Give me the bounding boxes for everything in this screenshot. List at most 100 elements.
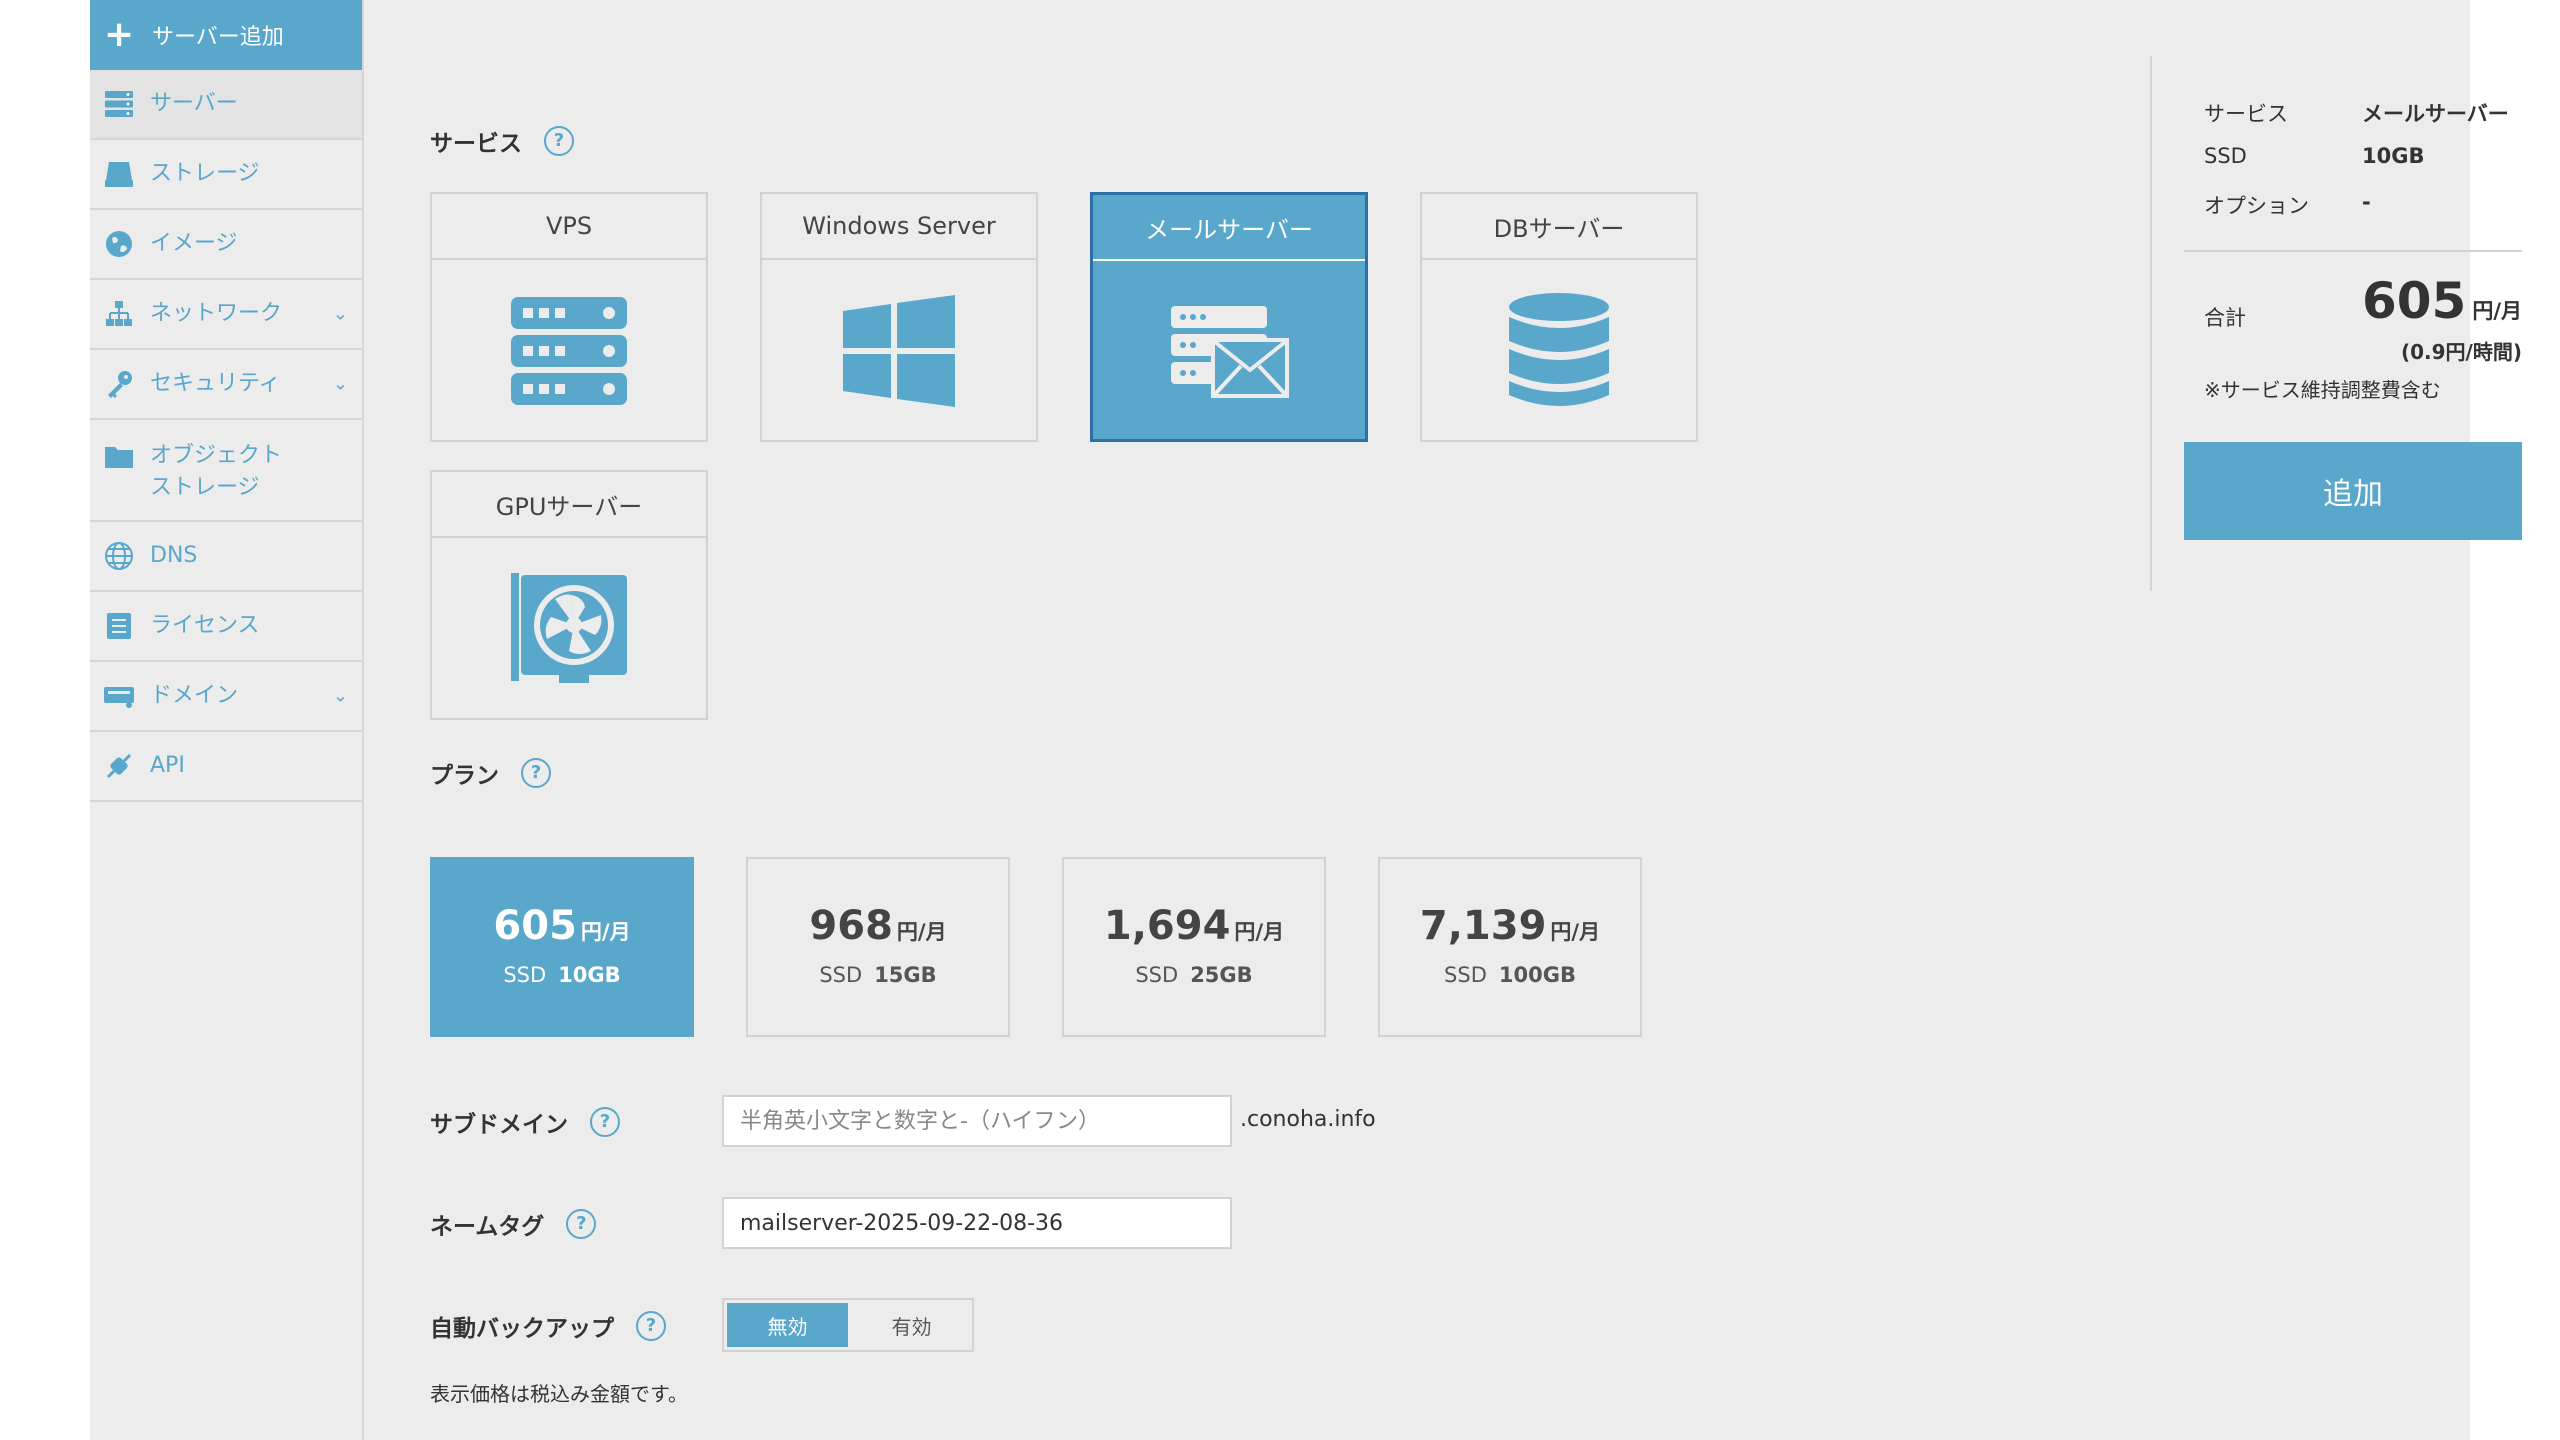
sidebar-item-label: オブジェクト xyxy=(150,443,283,468)
help-icon[interactable]: ? xyxy=(566,1209,597,1239)
sidebar-item-network[interactable]: ネットワーク ⌄ xyxy=(90,280,362,350)
summary-service-label: サービス xyxy=(2204,102,2288,126)
summary-hourly: (0.9円/時間) xyxy=(2400,340,2522,364)
service-label-text: サービス xyxy=(430,131,522,157)
summary-ssd-value: 10GB xyxy=(2362,144,2425,168)
plan-ssd-label: SSD xyxy=(1135,963,1179,987)
plan-card-968[interactable]: 968 円/月 SSD 15GB xyxy=(746,857,1010,1037)
subdomain-input[interactable] xyxy=(722,1095,1232,1147)
plan-ssd-label: SSD xyxy=(819,963,863,987)
help-icon[interactable]: ? xyxy=(636,1311,666,1341)
subdomain-label-text: サブドメイン xyxy=(430,1112,568,1138)
storage-icon xyxy=(102,158,136,190)
service-card-vps[interactable]: VPS xyxy=(430,192,708,442)
sidebar: + サーバー追加 サーバー ストレージ イメージ ネットワーク ⌄ セキュリティ… xyxy=(90,0,364,1440)
sidebar-item-label: イメージ xyxy=(150,231,238,256)
plan-ssd-size: 15GB xyxy=(874,963,937,987)
sidebar-item-server[interactable]: サーバー xyxy=(90,70,362,140)
plan-unit: 円/月 xyxy=(896,920,947,944)
summary-total-label: 合計 xyxy=(2204,306,2246,330)
plan-ssd-size: 25GB xyxy=(1190,963,1253,987)
plan-ssd-size: 100GB xyxy=(1498,963,1576,987)
service-card-title: GPUサーバー xyxy=(432,472,706,538)
plan-ssd-label: SSD xyxy=(1444,963,1487,987)
plan-price: 605 xyxy=(493,903,577,949)
subdomain-suffix: .conoha.info xyxy=(1240,1107,1376,1132)
gpu-icon xyxy=(432,538,706,720)
plan-price: 968 xyxy=(809,903,893,949)
sidebar-item-label: サーバー xyxy=(150,91,238,116)
add-server-label: サーバー追加 xyxy=(152,25,284,50)
service-card-mail-server[interactable]: メールサーバー xyxy=(1090,192,1368,442)
help-icon[interactable]: ? xyxy=(590,1107,620,1137)
plan-price: 1,694 xyxy=(1103,903,1231,949)
service-section-label: サービス ? xyxy=(430,124,574,158)
service-card-windows-server[interactable]: Windows Server xyxy=(760,192,1038,442)
plan-unit: 円/月 xyxy=(1550,920,1601,944)
summary-total: 605 円/月 xyxy=(2362,272,2522,330)
help-icon[interactable]: ? xyxy=(521,758,551,788)
auto-backup-label-text: 自動バックアップ xyxy=(430,1316,614,1342)
api-icon xyxy=(102,750,136,782)
vps-server-icon xyxy=(432,260,706,442)
summary-service-value: メールサーバー xyxy=(2362,102,2509,126)
sidebar-item-license[interactable]: ライセンス xyxy=(90,592,362,662)
image-icon xyxy=(102,228,136,260)
plan-unit: 円/月 xyxy=(1234,920,1285,944)
subdomain-label: サブドメイン ? xyxy=(430,1105,620,1139)
server-icon xyxy=(102,88,136,120)
network-icon xyxy=(102,298,136,330)
auto-backup-label: 自動バックアップ ? xyxy=(430,1309,666,1343)
folder-icon xyxy=(102,440,136,472)
add-server-button[interactable]: + サーバー追加 xyxy=(90,0,362,70)
service-card-gpu-server[interactable]: GPUサーバー xyxy=(430,470,708,720)
sidebar-item-object-storage[interactable]: オブジェクト ストレージ xyxy=(90,420,362,522)
sidebar-item-label: ネットワーク xyxy=(150,301,283,326)
plan-card-605[interactable]: 605 円/月 SSD 10GB xyxy=(430,857,694,1037)
sidebar-item-storage[interactable]: ストレージ xyxy=(90,140,362,210)
chevron-down-icon[interactable]: ⌄ xyxy=(333,304,348,325)
sidebar-item-domain[interactable]: ドメイン ⌄ xyxy=(90,662,362,732)
help-icon[interactable]: ? xyxy=(544,126,574,156)
chevron-down-icon[interactable]: ⌄ xyxy=(333,374,348,395)
sidebar-item-label: ライセンス xyxy=(150,613,260,638)
sidebar-item-label: ストレージ xyxy=(150,475,260,500)
plan-ssd-size: 10GB xyxy=(558,963,621,987)
backup-off-option[interactable]: 無効 xyxy=(727,1303,848,1347)
backup-on-option[interactable]: 有効 xyxy=(851,1300,972,1350)
sidebar-item-security[interactable]: セキュリティ ⌄ xyxy=(90,350,362,420)
mail-server-icon xyxy=(1093,261,1365,443)
main-content: サービス ? VPS Windows Server メールサーバー DBサーバー… xyxy=(362,0,2142,1440)
order-summary: サービス メールサーバー SSD 10GB オプション - 合計 605 円/月 … xyxy=(2150,56,2542,591)
key-icon xyxy=(102,368,136,400)
summary-note: ※サービス維持調整費含む xyxy=(2204,378,2441,402)
plan-card-7139[interactable]: 7,139 円/月 SSD 100GB xyxy=(1378,857,1642,1037)
summary-total-value: 605 xyxy=(2361,272,2467,330)
plus-icon: + xyxy=(104,14,135,55)
sidebar-item-label: セキュリティ xyxy=(150,371,281,396)
plan-ssd-label: SSD xyxy=(503,963,547,987)
summary-option-value: - xyxy=(2362,190,2371,214)
chevron-down-icon[interactable]: ⌄ xyxy=(333,686,348,707)
summary-divider xyxy=(2184,250,2522,252)
plan-card-1694[interactable]: 1,694 円/月 SSD 25GB xyxy=(1062,857,1326,1037)
database-icon xyxy=(1422,260,1696,442)
sidebar-item-label: ドメイン xyxy=(150,683,239,708)
add-button[interactable]: 追加 xyxy=(2184,442,2522,540)
sidebar-item-image[interactable]: イメージ xyxy=(90,210,362,280)
summary-total-unit: 円/月 xyxy=(2472,299,2522,323)
globe-icon xyxy=(102,540,136,572)
plan-price: 7,139 xyxy=(1419,903,1547,949)
sidebar-item-api[interactable]: API xyxy=(90,732,362,802)
auto-backup-toggle: 無効 有効 xyxy=(722,1298,974,1352)
sidebar-item-label: API xyxy=(150,753,185,778)
summary-ssd-label: SSD xyxy=(2204,144,2247,168)
tax-note: 表示価格は税込み金額です。 xyxy=(430,1382,688,1406)
service-card-title: Windows Server xyxy=(762,194,1036,260)
nametag-input[interactable] xyxy=(722,1197,1232,1249)
service-card-db-server[interactable]: DBサーバー xyxy=(1420,192,1698,442)
sidebar-item-label: DNS xyxy=(150,543,198,568)
sidebar-item-dns[interactable]: DNS xyxy=(90,522,362,592)
nametag-label-text: ネームタグ xyxy=(430,1214,545,1240)
app-window: + サーバー追加 サーバー ストレージ イメージ ネットワーク ⌄ セキュリティ… xyxy=(90,0,2522,1440)
